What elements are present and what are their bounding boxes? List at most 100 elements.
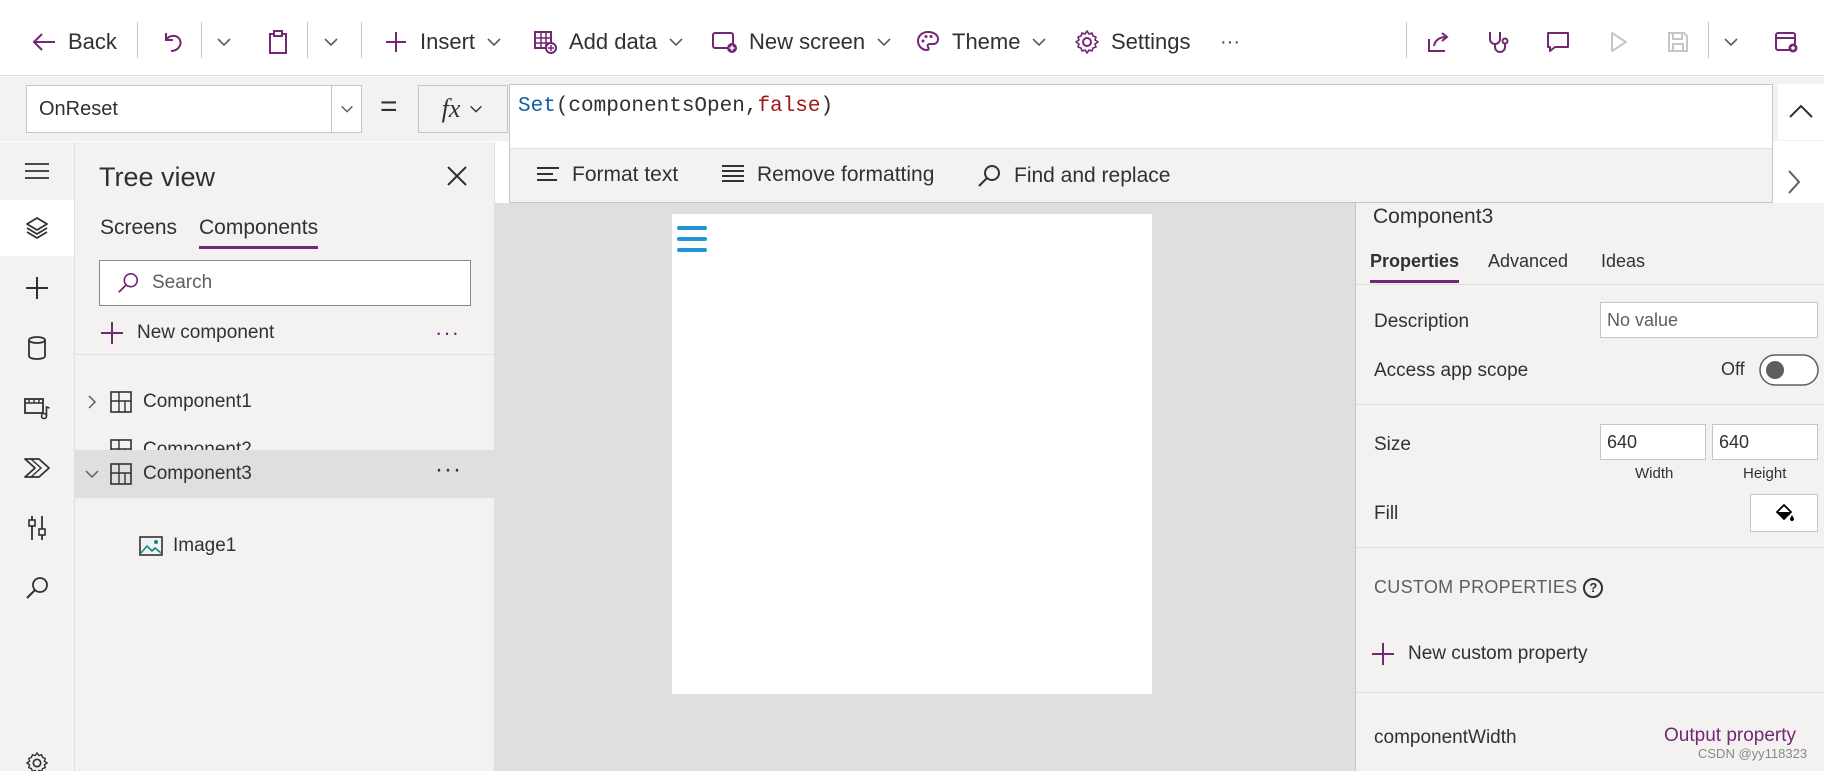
advanced-tools-icon[interactable] (22, 513, 52, 543)
chevron-down-icon (1724, 38, 1738, 47)
width-input[interactable]: 640 (1600, 424, 1706, 460)
description-field[interactable]: No value (1600, 302, 1818, 338)
new-custom-property-button[interactable]: New custom property (1370, 641, 1588, 667)
new-screen-button[interactable]: New screen (711, 18, 893, 66)
save-button[interactable] (1664, 18, 1692, 66)
publish-button[interactable] (1772, 18, 1800, 66)
expand-panel-button[interactable] (1786, 168, 1802, 196)
collapse-formula-button[interactable] (1778, 84, 1824, 140)
divider (201, 22, 202, 58)
chevron-down-icon (487, 38, 501, 47)
media-icon[interactable] (22, 393, 52, 423)
preview-button[interactable] (1604, 18, 1632, 66)
custom-property-name[interactable]: componentWidth (1374, 727, 1517, 749)
settings-label: Settings (1111, 29, 1191, 54)
theme-button[interactable]: Theme (914, 18, 1048, 66)
format-text-button[interactable]: Format text (536, 163, 678, 187)
new-component-more-button[interactable]: ··· (435, 320, 460, 346)
watermark: CSDN @yy118323 (1698, 746, 1808, 761)
formula-format-bar: Format text Remove formatting Find and r… (509, 148, 1773, 203)
tree-view-panel: Tree view Screens Components Search New … (75, 142, 495, 771)
chevron-down-icon[interactable] (85, 467, 99, 481)
chevron-up-icon (1789, 104, 1813, 118)
chevron-right-icon[interactable] (85, 395, 99, 409)
width-value: 640 (1607, 431, 1638, 452)
tree-node-image1[interactable]: Image1 (75, 522, 495, 570)
tab-components[interactable]: Components (199, 216, 319, 249)
tree-node-component1[interactable]: Component1 (75, 378, 495, 426)
component-artboard[interactable] (672, 214, 1152, 694)
help-icon[interactable]: ? (1583, 577, 1604, 598)
search-icon[interactable] (22, 573, 52, 603)
formula-editor[interactable]: Set(componentsOpen,false) (509, 84, 1773, 148)
formula-function: Set (518, 95, 556, 118)
undo-dropdown[interactable] (215, 18, 233, 66)
more-label: ··· (1220, 30, 1240, 53)
chevron-down-icon[interactable] (331, 86, 361, 132)
new-component-button[interactable]: New component (99, 320, 274, 346)
share-button[interactable] (1424, 18, 1452, 66)
property-selector-value: OnReset (39, 97, 118, 120)
chevron-down-icon (1032, 38, 1047, 47)
tab-ideas[interactable]: Ideas (1601, 251, 1645, 280)
add-data-button[interactable]: Add data (531, 18, 685, 66)
find-replace-button[interactable]: Find and replace (976, 163, 1170, 189)
formula-close: ) (820, 95, 834, 118)
add-data-label: Add data (569, 29, 658, 54)
remove-formatting-label: Remove formatting (757, 163, 935, 186)
tab-properties[interactable]: Properties (1370, 251, 1460, 283)
remove-formatting-button[interactable]: Remove formatting (721, 163, 934, 187)
tab-advanced[interactable]: Advanced (1488, 251, 1568, 280)
power-automate-icon[interactable] (22, 453, 52, 483)
format-text-label: Format text (572, 163, 679, 186)
undo-button[interactable] (159, 18, 187, 66)
property-selector[interactable]: OnReset (26, 85, 362, 133)
app-checker-button[interactable] (1484, 18, 1512, 66)
back-button[interactable]: Back (30, 18, 117, 66)
save-dropdown[interactable] (1722, 18, 1740, 66)
back-arrow-icon (30, 28, 58, 56)
more-commands-button[interactable]: ··· (1220, 18, 1240, 66)
search-icon (118, 272, 139, 293)
back-label: Back (68, 29, 117, 54)
fx-label: fx (441, 94, 461, 123)
plus-icon (382, 28, 410, 56)
node-more-button[interactable]: ··· (435, 456, 462, 484)
plus-icon (1372, 643, 1394, 665)
close-icon[interactable] (445, 164, 471, 190)
fx-button[interactable]: fx (418, 85, 508, 133)
chevron-down-icon (669, 38, 683, 47)
data-cylinder-icon[interactable] (22, 333, 52, 363)
custom-property-type[interactable]: Output property (1664, 725, 1796, 747)
comments-button[interactable] (1544, 18, 1572, 66)
hamburger-icon[interactable] (677, 226, 707, 254)
access-scope-toggle[interactable] (1759, 354, 1819, 386)
component-icon (110, 463, 132, 485)
new-component-label: New component (137, 322, 275, 343)
description-label: Description (1374, 311, 1470, 332)
settings-gear-icon[interactable] (22, 748, 52, 771)
hamburger-menu-icon[interactable] (22, 156, 52, 186)
fill-color-picker[interactable] (1750, 494, 1818, 532)
paste-button[interactable] (264, 18, 292, 66)
tree-node-component3[interactable]: Component3 ··· (75, 450, 495, 498)
insert-button[interactable]: Insert (382, 18, 503, 66)
divider (361, 22, 362, 58)
palette-icon (914, 28, 942, 56)
divider (1406, 22, 1407, 58)
play-icon (1604, 28, 1632, 56)
access-scope-state: Off (1721, 359, 1745, 379)
tree-search-input[interactable]: Search (99, 260, 471, 306)
height-input[interactable]: 640 (1712, 424, 1818, 460)
add-data-icon (531, 28, 559, 56)
tree-view-title: Tree view (99, 162, 216, 192)
tree-view-layers-icon[interactable] (22, 213, 52, 243)
tree-node-label: Component1 (143, 391, 252, 412)
theme-label: Theme (952, 29, 1021, 54)
width-caption: Width (1635, 465, 1674, 482)
tab-screens[interactable]: Screens (100, 216, 177, 246)
settings-button[interactable]: Settings (1073, 18, 1191, 66)
paste-dropdown[interactable] (322, 18, 340, 66)
insert-plus-icon[interactable] (22, 273, 52, 303)
component-icon (110, 391, 132, 413)
